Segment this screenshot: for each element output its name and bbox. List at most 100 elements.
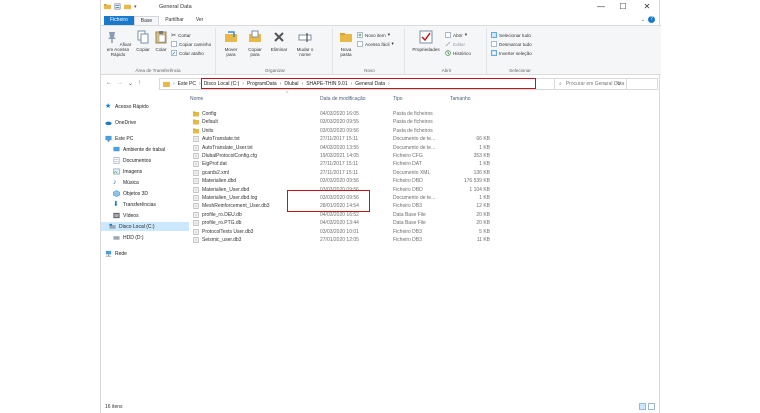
tab-file[interactable]: Ficheiro — [104, 15, 134, 25]
table-row[interactable]: profile_ro.PTG.db 04/03/2020 13:44 Data Ba… — [190, 219, 490, 227]
column-header-name[interactable]: Nome — [190, 96, 203, 105]
file-date: 03/03/2020 09:55 — [320, 119, 359, 126]
table-row[interactable]: AutoTranslate.txt 27/11/2017 15:11 Documen… — [190, 135, 490, 143]
nav-downloads[interactable]: ⬇ Transferências — [113, 200, 156, 209]
file-type: Pasta de ficheiros — [393, 111, 433, 117]
breadcrumb-this-pc[interactable]: Este PC — [178, 81, 196, 87]
table-row[interactable]: EigProf.dat 27/11/2017 15:11 Ficheiro DAT 1… — [190, 160, 490, 168]
column-header-date[interactable]: Data de modificação — [320, 96, 366, 105]
help-icon[interactable]: ? — [648, 16, 655, 23]
edit-button[interactable]: Editar — [445, 41, 465, 47]
scissors-icon: ✂ — [171, 33, 177, 39]
close-button[interactable]: ✕ — [636, 2, 658, 12]
paste-button[interactable]: Colar — [153, 30, 169, 52]
table-row[interactable]: Default 03/03/2020 09:55 Pasta de ficheiro… — [190, 118, 490, 126]
history-label: Histórico — [453, 50, 471, 56]
nav-3d-objects[interactable]: Objetos 3D — [113, 189, 148, 198]
table-row[interactable]: Materialien.dbd 03/03/2020 09:56 Ficheiro … — [190, 177, 490, 185]
details-view-button[interactable] — [639, 403, 646, 410]
tab-share[interactable]: Partilhar — [159, 16, 190, 25]
forward-arrow-icon[interactable]: → — [117, 80, 123, 86]
delete-icon — [274, 32, 284, 42]
large-icons-view-button[interactable] — [648, 403, 655, 410]
table-row[interactable]: Units 03/03/2020 09:56 Pasta de ficheiros — [190, 127, 490, 135]
title-bar: ▾ General Data — ☐ ✕ — [101, 0, 661, 14]
column-header-size[interactable]: Tamanho — [450, 96, 471, 105]
nav-hdd[interactable]: HDD (D:) — [113, 233, 144, 242]
nav-onedrive[interactable]: OneDrive — [105, 118, 136, 127]
new-folder-button[interactable]: Nova pasta — [337, 30, 355, 57]
search-box[interactable]: ⌕ Procurar em General Data — [554, 78, 658, 90]
download-icon: ⬇ — [113, 201, 119, 208]
sort-arrow-icon: ^ — [286, 91, 289, 97]
file-name: DlubalProtocolConfig.cfg — [202, 153, 258, 159]
column-header-type[interactable]: Tipo — [393, 96, 403, 105]
select-all-button[interactable]: Selecionar tudo — [491, 32, 531, 38]
table-row[interactable]: gcards2.xml 27/11/2017 15:11 Documento XML… — [190, 169, 490, 177]
nav-quick-access[interactable]: ★ Acesso Rápido — [105, 102, 149, 111]
pin-quick-access-button[interactable]: Afixar em Acesso Rápido — [103, 30, 133, 57]
nav-network[interactable]: Rede — [105, 249, 127, 258]
move-to-button[interactable]: Mover para — [220, 30, 242, 57]
copy-to-button[interactable]: Copiar para — [244, 30, 266, 57]
nav-documents[interactable]: Documentos — [113, 156, 151, 165]
easy-access-button[interactable]: Acesso fácil ▾ — [357, 41, 394, 47]
new-group-label: Novo — [364, 68, 375, 73]
file-highlight-box — [287, 190, 370, 212]
properties-label: Propriedades — [412, 47, 440, 52]
file-type: Ficheiro DB3 — [393, 237, 422, 243]
recent-locations-icon[interactable]: ⌄ — [128, 80, 133, 87]
nav-this-pc[interactable]: Este PC — [105, 134, 133, 143]
breadcrumb-separator-icon: › — [173, 81, 175, 87]
new-folder-icon[interactable] — [124, 3, 131, 10]
file-name: Materialien.dbd — [202, 178, 237, 185]
history-button[interactable]: Histórico — [445, 50, 471, 56]
open-button[interactable]: Abrir ▾ — [445, 32, 467, 38]
nav-label: Documentos — [123, 157, 152, 164]
minimize-button[interactable]: — — [590, 2, 612, 12]
properties-icon[interactable] — [114, 3, 121, 10]
back-arrow-icon[interactable]: ← — [106, 80, 112, 86]
nav-images[interactable]: Imagens — [113, 167, 142, 176]
cut-button[interactable]: ✂ Cortar — [171, 32, 191, 39]
qat-dropdown-icon[interactable]: ▾ — [134, 4, 137, 10]
nav-music[interactable]: ♪ Música — [113, 178, 139, 187]
invert-selection-button[interactable]: Inverter seleção — [491, 50, 532, 56]
up-arrow-icon[interactable]: ↑ — [138, 80, 141, 86]
edit-icon — [445, 41, 451, 47]
file-name: AutoTranslate.txt — [202, 136, 240, 143]
maximize-button[interactable]: ☐ — [612, 2, 634, 12]
edit-label: Editar — [453, 41, 466, 47]
open-label: Abrir — [453, 32, 463, 38]
paste-shortcut-button[interactable]: Colar atalho — [171, 50, 204, 56]
rename-button[interactable]: Mudar o nome — [292, 30, 318, 57]
desktop-icon — [113, 146, 120, 152]
table-row[interactable]: DlubalProtocolConfig.cfg 19/03/2021 14:05… — [190, 152, 490, 160]
copy-button[interactable]: Copiar — [135, 30, 151, 52]
file-size: 5 KB — [479, 228, 490, 235]
properties-button[interactable]: Propriedades — [409, 30, 443, 52]
nav-local-disk[interactable]: Disco Local (C:) — [101, 222, 189, 231]
delete-button[interactable]: Eliminar — [268, 30, 290, 52]
new-group: Nova pasta Novo item ▾ Acesso fácil ▾ No… — [335, 28, 405, 74]
tab-home[interactable]: Base — [133, 15, 160, 25]
cloud-icon — [105, 121, 112, 126]
new-item-button[interactable]: Novo item ▾ — [357, 32, 390, 38]
table-row[interactable]: profile_ro.DEU.db 04/03/2020 16:52 Data Ba… — [190, 211, 490, 219]
pin-icon — [107, 32, 116, 43]
nav-label: Disco Local (C:) — [119, 223, 155, 230]
ribbon-collapse-icon[interactable]: ⌄ — [641, 17, 645, 23]
file-icon — [193, 203, 199, 210]
select-none-button[interactable]: Desmarcar tudo — [491, 41, 532, 47]
select-all-icon — [491, 32, 497, 38]
table-row[interactable]: Seismic_user.db3 27/01/2020 12:05 Ficheiro… — [190, 236, 490, 244]
table-row[interactable]: ProtocolTexts User.db3 03/03/2020 10:01 Fi… — [190, 228, 490, 236]
nav-desktop[interactable]: Ambiente de trabal — [113, 145, 165, 154]
nav-videos[interactable]: Vídeos — [113, 211, 139, 220]
move-to-icon — [225, 31, 237, 42]
table-row[interactable]: Config 04/03/2020 16:05 Pasta de ficheiros — [190, 110, 490, 118]
tab-view[interactable]: Ver — [190, 16, 210, 25]
copy-path-button[interactable]: Copiar caminho — [171, 41, 211, 47]
table-row[interactable]: AutoTranslate_User.txt 04/03/2020 13:55 Do… — [190, 144, 490, 152]
paste-icon — [155, 31, 167, 44]
